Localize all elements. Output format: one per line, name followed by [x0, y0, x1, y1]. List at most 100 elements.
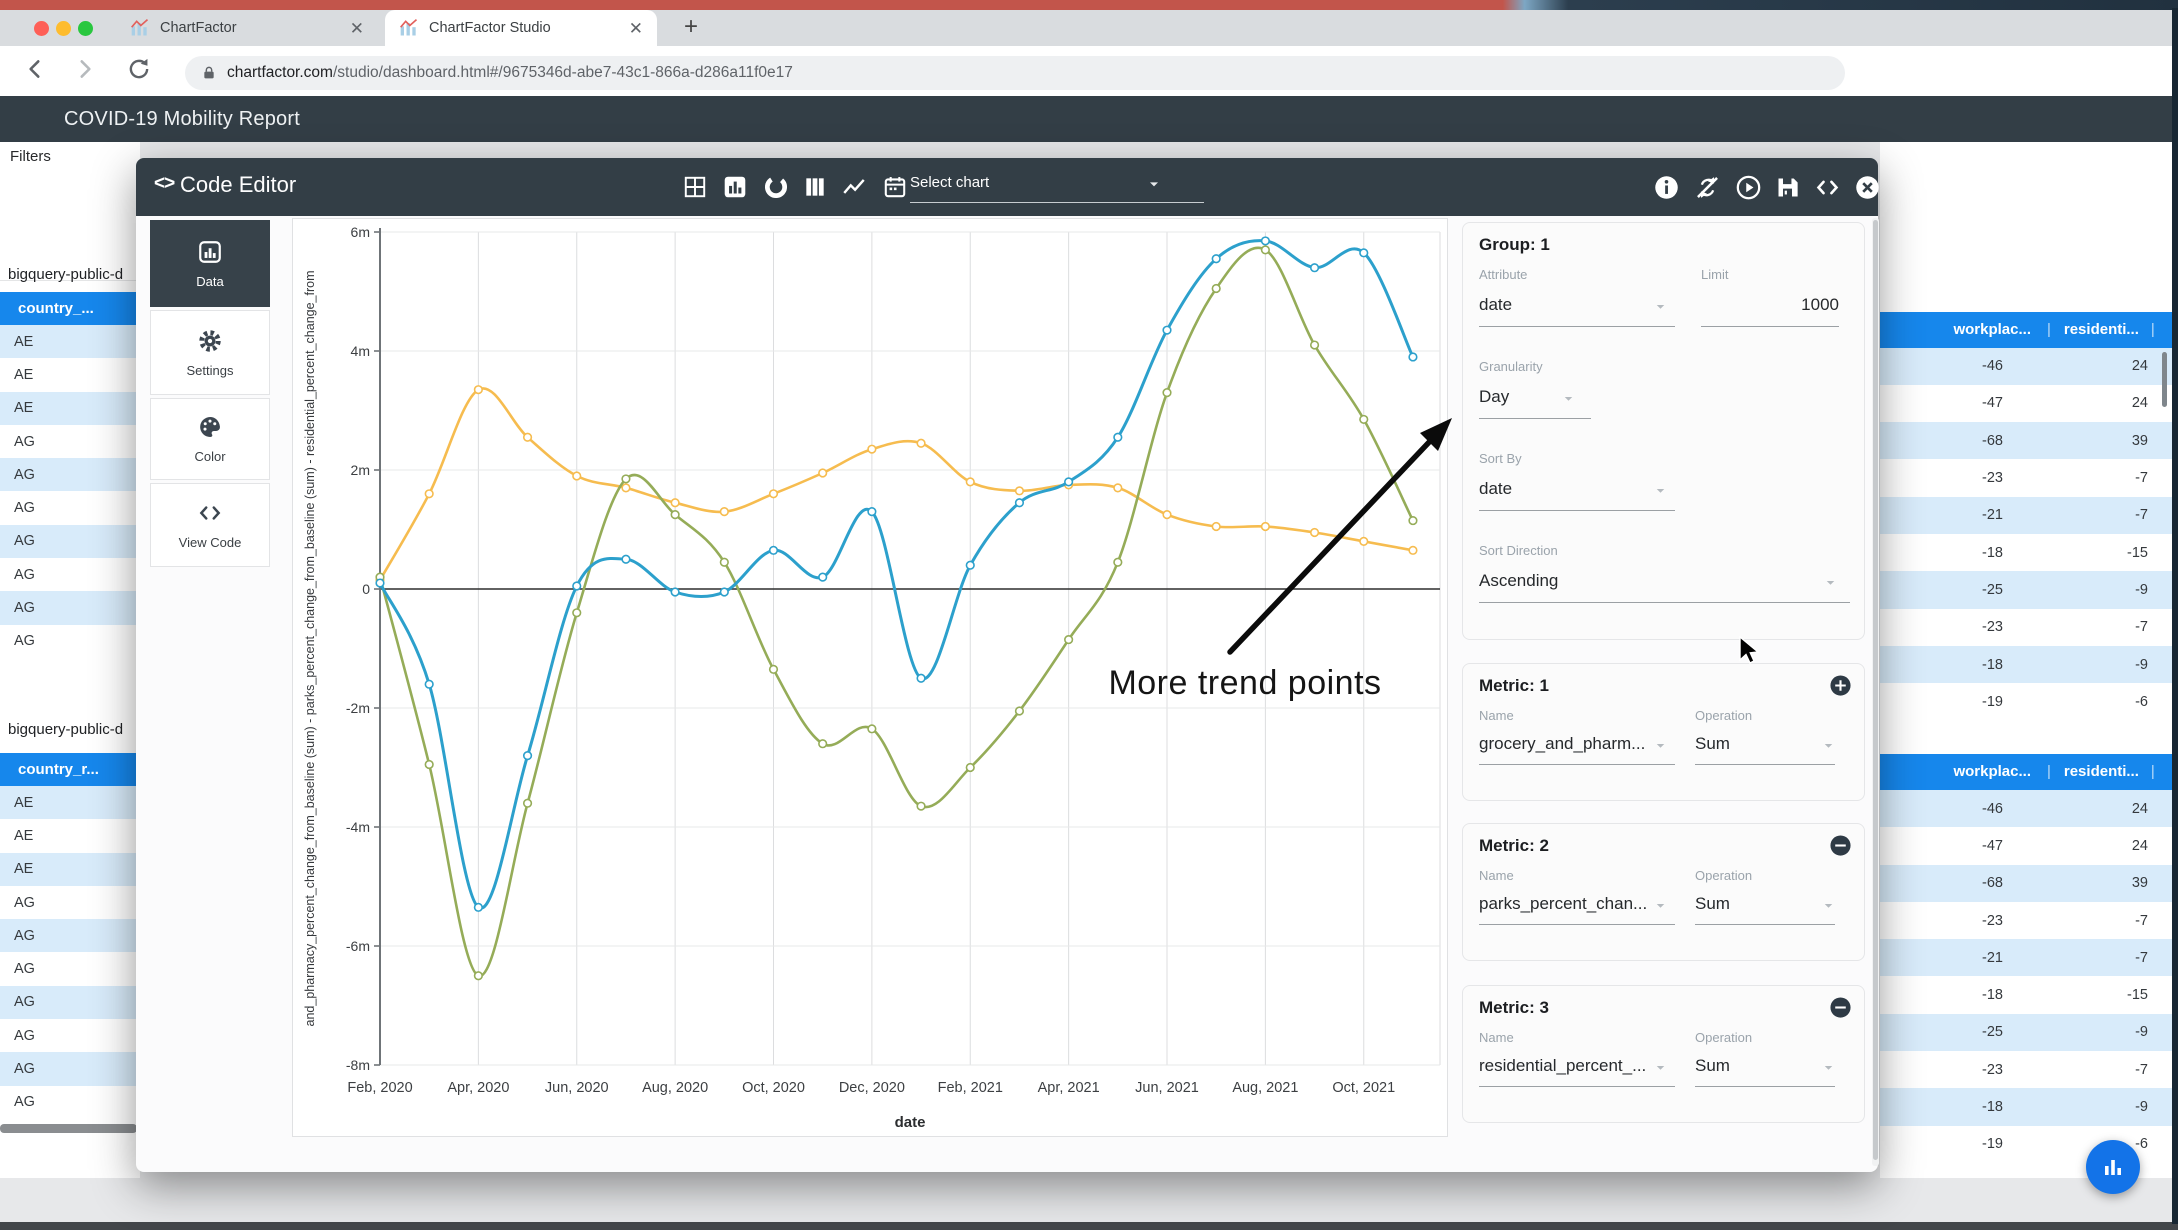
reload-icon[interactable]: [126, 56, 152, 82]
table-row[interactable]: -23-7: [1880, 609, 2172, 646]
metric-operation-select[interactable]: Sum: [1695, 894, 1730, 914]
donut-chart-icon[interactable]: [763, 174, 789, 200]
metric-name-select[interactable]: grocery_and_pharm...: [1479, 734, 1645, 754]
chevron-down-icon[interactable]: [1653, 483, 1668, 498]
add-metric-button[interactable]: [1829, 674, 1852, 697]
table-row[interactable]: AG: [0, 492, 140, 525]
close-icon[interactable]: [1854, 174, 1881, 201]
chevron-down-icon[interactable]: [1821, 1060, 1836, 1075]
mobility-trend-chart[interactable]: 6m4m2m0-2m-4m-6m-8mFeb, 2020Apr, 2020Jun…: [300, 222, 1446, 1137]
sort-direction-select[interactable]: Ascending: [1479, 571, 1558, 591]
table-row[interactable]: -18-9: [1880, 646, 2172, 683]
chevron-down-icon[interactable]: [1823, 575, 1838, 590]
table-row[interactable]: AG: [0, 886, 140, 919]
table-row[interactable]: AG: [0, 1086, 140, 1119]
tab-chartfactor[interactable]: ChartFactor ✕: [116, 10, 378, 46]
table-scrollbar[interactable]: [2162, 352, 2167, 407]
sidebar-item-view-code[interactable]: View Code: [150, 483, 270, 567]
table-row[interactable]: -21-7: [1880, 939, 2172, 976]
select-chart-dropdown[interactable]: Select chart: [910, 174, 1204, 192]
back-icon[interactable]: [22, 56, 48, 82]
table-row[interactable]: AG: [0, 919, 140, 952]
chevron-down-icon[interactable]: [1653, 299, 1668, 314]
window-close-button[interactable]: [34, 21, 49, 36]
table-row[interactable]: AG: [0, 625, 140, 658]
table-row[interactable]: AE: [0, 819, 140, 852]
forward-icon[interactable]: [72, 56, 98, 82]
grid-chart-icon[interactable]: [682, 174, 708, 200]
metric-name-select[interactable]: residential_percent_...: [1479, 1056, 1646, 1076]
table-row[interactable]: -18-15: [1880, 534, 2172, 571]
limit-input[interactable]: 1000: [1701, 295, 1839, 315]
table-column-header[interactable]: workplac...|residenti...|: [1880, 754, 2172, 790]
bar-chart-icon[interactable]: [722, 174, 748, 200]
code-icon[interactable]: [1814, 174, 1841, 201]
table-column-header[interactable]: country_r...: [0, 753, 140, 786]
tab-chartfactor-studio[interactable]: ChartFactor Studio ✕: [385, 10, 657, 46]
tab-close-icon[interactable]: ✕: [629, 20, 643, 37]
save-icon[interactable]: [1774, 174, 1801, 201]
chevron-down-icon[interactable]: [1821, 898, 1836, 913]
table-row[interactable]: -25-9: [1880, 1014, 2172, 1051]
table-row[interactable]: AG: [0, 986, 140, 1019]
window-zoom-button[interactable]: [78, 21, 93, 36]
metric-operation-select[interactable]: Sum: [1695, 1056, 1730, 1076]
granularity-select[interactable]: Day: [1479, 387, 1509, 407]
table-row[interactable]: AE: [0, 786, 140, 819]
new-tab-button[interactable]: +: [684, 13, 698, 41]
table-row[interactable]: -23-7: [1880, 459, 2172, 496]
horizontal-scrollbar[interactable]: [0, 1124, 137, 1133]
chevron-down-icon[interactable]: [1653, 738, 1668, 753]
panel-scrollbar-thumb[interactable]: [1873, 220, 1878, 1160]
chevron-down-icon[interactable]: [1561, 391, 1576, 406]
add-chart-fab[interactable]: [2086, 1140, 2140, 1194]
table-row[interactable]: AG: [0, 953, 140, 986]
chevron-down-icon[interactable]: [1821, 738, 1836, 753]
table-row[interactable]: -4624: [1880, 790, 2172, 827]
sidebar-item-settings[interactable]: Settings: [150, 310, 270, 395]
sidebar-item-color[interactable]: Color: [150, 398, 270, 480]
table-column-header[interactable]: workplac...|residenti...|: [1880, 312, 2172, 348]
chevron-down-icon[interactable]: [1653, 1060, 1668, 1075]
sidebar-item-data[interactable]: Data: [150, 220, 270, 307]
table-row[interactable]: AG: [0, 558, 140, 591]
table-row[interactable]: -4724: [1880, 385, 2172, 422]
window-minimize-button[interactable]: [56, 21, 71, 36]
table-row[interactable]: AG: [0, 525, 140, 558]
address-bar[interactable]: chartfactor.com/studio/dashboard.html#/9…: [185, 56, 1845, 90]
table-row[interactable]: -4624: [1880, 348, 2172, 385]
table-row[interactable]: -19-6: [1880, 683, 2172, 720]
sort-by-select[interactable]: date: [1479, 479, 1512, 499]
table-row[interactable]: -6839: [1880, 422, 2172, 459]
table-row[interactable]: -18-9: [1880, 1088, 2172, 1125]
table-row[interactable]: -23-7: [1880, 1051, 2172, 1088]
table-row[interactable]: -18-15: [1880, 977, 2172, 1014]
table-row[interactable]: AE: [0, 325, 140, 358]
table-row[interactable]: -23-7: [1880, 902, 2172, 939]
table-row[interactable]: -6839: [1880, 865, 2172, 902]
table-row[interactable]: -21-7: [1880, 497, 2172, 534]
info-icon[interactable]: [1653, 174, 1680, 201]
remove-metric-button[interactable]: [1829, 996, 1852, 1019]
table-column-header[interactable]: country_...: [0, 292, 140, 325]
table-row[interactable]: AE: [0, 358, 140, 391]
table-row[interactable]: AG: [0, 1052, 140, 1085]
chevron-down-icon[interactable]: [1653, 898, 1668, 913]
table-row[interactable]: -25-9: [1880, 571, 2172, 608]
trend-chart-icon[interactable]: [841, 174, 867, 200]
table-row[interactable]: AG: [0, 425, 140, 458]
calendar-icon[interactable]: [882, 174, 908, 200]
attribute-select[interactable]: date: [1479, 295, 1512, 315]
metric-name-select[interactable]: parks_percent_chan...: [1479, 894, 1647, 914]
table-row[interactable]: -4724: [1880, 827, 2172, 864]
table-row[interactable]: AE: [0, 392, 140, 425]
padlock-icon[interactable]: [201, 65, 217, 81]
table-row[interactable]: AE: [0, 853, 140, 886]
table-row[interactable]: AG: [0, 458, 140, 491]
metric-operation-select[interactable]: Sum: [1695, 734, 1730, 754]
table-row[interactable]: AG: [0, 591, 140, 624]
table-row[interactable]: AG: [0, 1019, 140, 1052]
run-icon[interactable]: [1735, 174, 1762, 201]
remove-metric-button[interactable]: [1829, 834, 1852, 857]
sync-disabled-icon[interactable]: [1694, 174, 1721, 201]
